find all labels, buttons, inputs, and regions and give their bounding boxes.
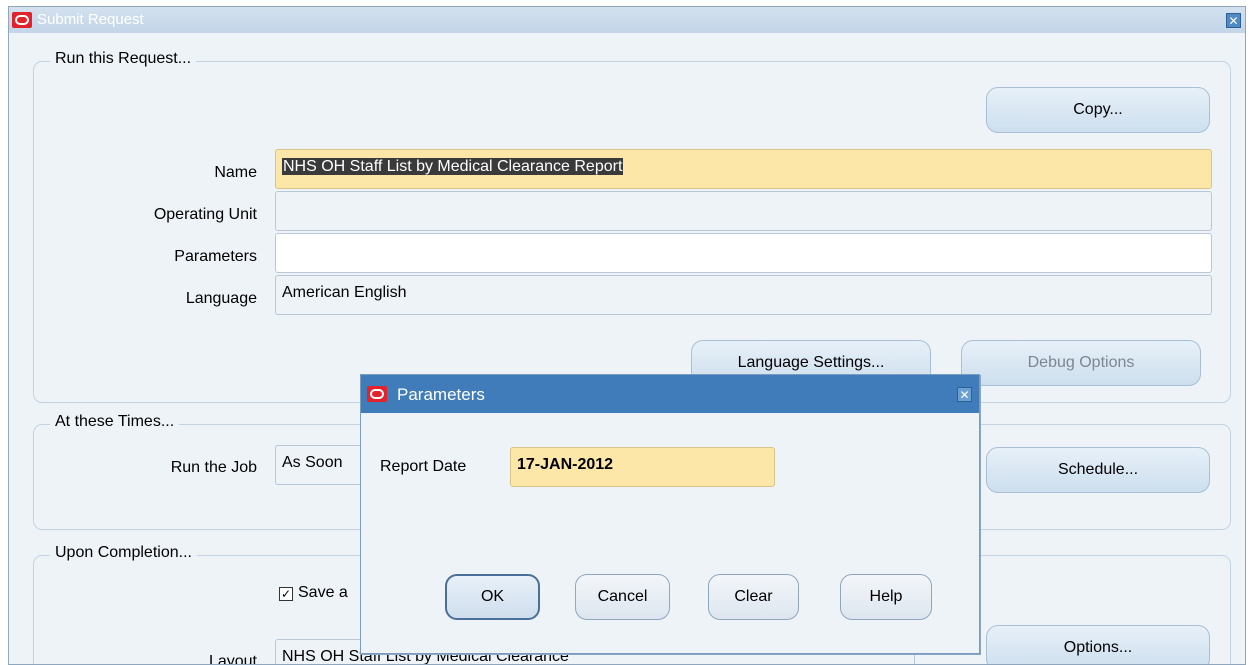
report-date-label: Report Date xyxy=(380,458,467,475)
parameters-label: Parameters xyxy=(174,248,257,265)
options-button[interactable]: Options... xyxy=(986,625,1210,664)
operating-unit-field[interactable] xyxy=(275,191,1212,231)
save-checkbox-label: Save a xyxy=(298,584,348,601)
window-title: Submit Request xyxy=(37,11,144,28)
clear-button[interactable]: Clear xyxy=(708,574,799,620)
operating-unit-label: Operating Unit xyxy=(153,206,257,223)
report-date-field[interactable]: 17-JAN-2012 xyxy=(510,447,775,487)
copy-button[interactable]: Copy... xyxy=(986,87,1210,133)
cancel-button[interactable]: Cancel xyxy=(575,574,670,620)
help-button[interactable]: Help xyxy=(840,574,932,620)
language-field[interactable]: American English xyxy=(275,275,1212,315)
run-request-group-title: Run this Request... xyxy=(50,50,197,68)
close-icon[interactable]: ✕ xyxy=(1226,13,1241,28)
close-icon[interactable]: ✕ xyxy=(957,387,972,402)
parameters-field[interactable] xyxy=(275,233,1212,273)
completion-group-title: Upon Completion... xyxy=(50,544,197,562)
oracle-logo-icon xyxy=(12,12,32,28)
window-titlebar: Submit Request ✕ xyxy=(9,7,1245,33)
save-checkbox[interactable]: ✓ xyxy=(279,587,293,601)
language-label: Language xyxy=(185,290,257,307)
layout-label: Layout xyxy=(208,653,257,665)
run-job-label: Run the Job xyxy=(170,459,257,476)
name-label: Name xyxy=(214,164,257,181)
times-group-title: At these Times... xyxy=(50,413,180,431)
ok-button[interactable]: OK xyxy=(445,574,540,620)
schedule-button[interactable]: Schedule... xyxy=(986,447,1210,493)
name-field[interactable]: NHS OH Staff List by Medical Clearance R… xyxy=(275,149,1212,189)
dialog-title: Parameters xyxy=(397,385,485,404)
oracle-logo-icon xyxy=(367,386,387,402)
debug-options-button: Debug Options xyxy=(961,340,1201,386)
dialog-titlebar: Parameters ✕ xyxy=(361,375,979,413)
parameters-dialog: Parameters ✕ Report Date 17-JAN-2012 OK … xyxy=(360,374,980,654)
